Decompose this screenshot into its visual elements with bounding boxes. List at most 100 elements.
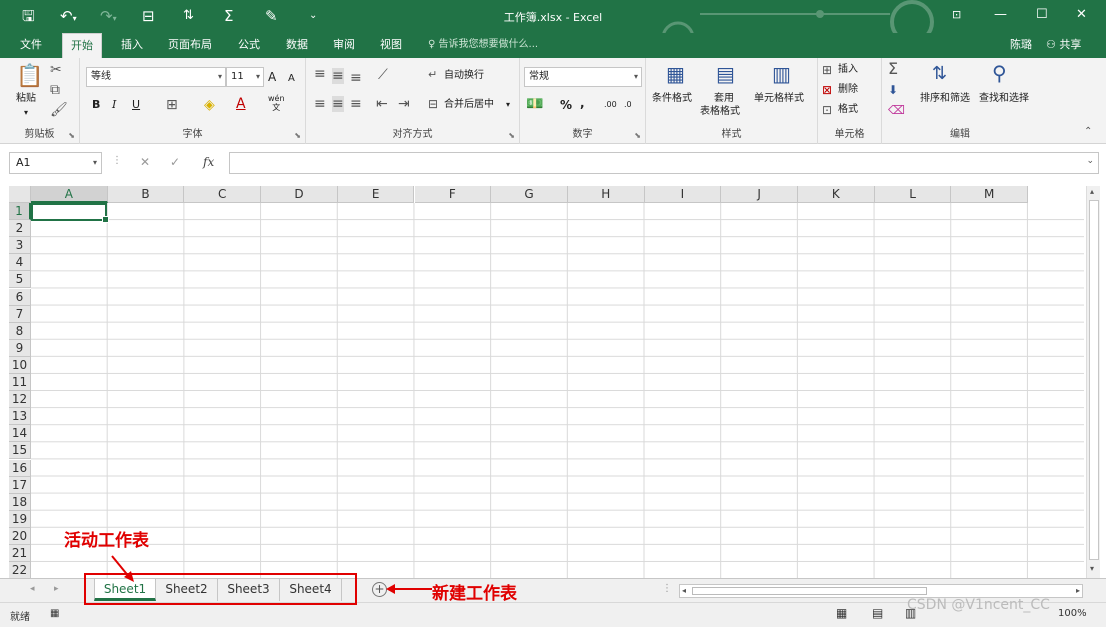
wrap-text-button[interactable]: 自动换行 [444,69,484,83]
row-header-19[interactable]: 19 [9,510,31,528]
scroll-left-icon[interactable]: ◂ [682,585,686,597]
cut-icon[interactable]: ✂ [50,62,62,78]
select-all-corner[interactable] [9,186,31,203]
format-painter-small-icon[interactable]: 🖌 [50,102,68,118]
underline-button[interactable]: U [132,98,140,112]
table-format-icon[interactable]: ▤ [716,62,735,86]
row-header-12[interactable]: 12 [9,391,31,409]
insert-cells-icon[interactable]: ⊞ [822,62,832,78]
merge-dropdown-icon[interactable]: ▾ [506,98,510,112]
active-cell-a1[interactable] [31,203,109,223]
row-header-8[interactable]: 8 [9,322,31,340]
delete-cells-icon[interactable]: ⊠ [822,82,832,98]
column-header-c[interactable]: C [184,186,262,203]
tab-view[interactable]: 视图 [378,33,404,58]
grow-font-button[interactable]: A [268,70,276,84]
find-select-button[interactable]: 查找和选择 [979,92,1029,106]
vertical-scrollbar[interactable]: ▴ ▾ [1086,186,1100,578]
tab-home[interactable]: 开始 [62,33,102,58]
wrap-text-icon[interactable]: ↵ [428,67,437,83]
sort-filter-button[interactable]: 排序和筛选 [920,92,970,106]
format-cells-button[interactable]: 格式 [838,103,858,117]
top-align-icon[interactable]: ≡ [314,66,326,82]
ribbon-display-icon[interactable]: ⊡ [952,5,961,25]
column-header-f[interactable]: F [414,186,492,203]
page-layout-view-icon[interactable]: ▤ [872,606,883,620]
scroll-up-icon[interactable]: ▴ [1090,187,1094,196]
tell-me-box[interactable]: ♀ 告诉我您想要做什么... [428,33,538,56]
copy-icon[interactable]: ⧉ [50,82,60,98]
increase-indent-icon[interactable]: ⇥ [398,96,410,112]
column-header-b[interactable]: B [107,186,185,203]
enter-icon[interactable]: ✓ [170,155,180,169]
tab-page-layout[interactable]: 页面布局 [166,33,214,58]
shrink-font-button[interactable]: A [288,72,295,86]
row-header-10[interactable]: 10 [9,356,31,374]
merge-center-button[interactable]: 合并后居中 [444,98,494,112]
row-header-9[interactable]: 9 [9,339,31,357]
share-button[interactable]: ⚇ 共享 [1046,33,1081,56]
tab-formulas[interactable]: 公式 [236,33,262,58]
tab-review[interactable]: 审阅 [331,33,357,58]
row-header-16[interactable]: 16 [9,459,31,477]
fill-color-icon[interactable]: ◈ [204,97,215,113]
prev-sheet-icon[interactable]: ◂ [30,584,35,594]
bold-button[interactable]: B [92,98,100,112]
align-left-icon[interactable]: ≡ [314,96,326,112]
decrease-decimal-button[interactable]: .0 [624,98,632,112]
paste-icon[interactable]: 📋 [16,64,43,90]
tab-insert[interactable]: 插入 [119,33,145,58]
paste-button[interactable]: 粘贴 [16,92,36,106]
horizontal-scrollbar[interactable]: ◂ ▸ [679,584,1083,598]
horizontal-scroll-thumb[interactable] [692,587,927,595]
column-header-m[interactable]: M [951,186,1029,203]
split-handle[interactable]: ⋮ [662,583,672,594]
cancel-icon[interactable]: ✕ [140,155,150,169]
row-header-17[interactable]: 17 [9,476,31,494]
row-header-5[interactable]: 5 [9,271,31,289]
table-format-button[interactable]: 套用 [714,92,734,106]
column-header-h[interactable]: H [567,186,645,203]
row-header-20[interactable]: 20 [9,527,31,545]
alignment-launcher-icon[interactable]: ⬊ [508,131,515,140]
row-header-15[interactable]: 15 [9,442,31,460]
cell-styles-icon[interactable]: ▥ [772,62,791,86]
next-sheet-icon[interactable]: ▸ [54,584,59,594]
accounting-icon[interactable]: 💵 [526,96,543,112]
bottom-align-icon[interactable]: ≡ [350,70,362,86]
border-icon[interactable]: ⊞ [166,97,178,113]
row-header-6[interactable]: 6 [9,288,31,306]
format-cells-icon[interactable]: ⊡ [822,102,832,118]
paste-dropdown-icon[interactable]: ▾ [24,106,28,120]
percent-button[interactable]: % [560,98,572,112]
clear-icon[interactable]: ⌫ [888,102,905,118]
orientation-icon[interactable]: ⟋ [378,67,388,83]
font-launcher-icon[interactable]: ⬊ [294,131,301,140]
find-select-icon[interactable]: ⚲ [992,61,1007,85]
align-right-icon[interactable]: ≡ [350,96,362,112]
font-size-select[interactable]: 11 ▾ [226,67,264,87]
vertical-scroll-thumb[interactable] [1089,200,1099,560]
column-header-i[interactable]: I [644,186,722,203]
font-color-icon[interactable]: A [236,96,246,112]
normal-view-icon[interactable]: ▦ [836,606,847,620]
user-name[interactable]: 陈璐 [1010,33,1032,56]
column-header-j[interactable]: J [721,186,798,203]
scroll-right-icon[interactable]: ▸ [1076,585,1080,597]
column-header-g[interactable]: G [491,186,568,203]
scroll-down-icon[interactable]: ▾ [1090,564,1094,573]
row-header-4[interactable]: 4 [9,254,31,272]
close-button[interactable]: ✕ [1076,5,1087,25]
row-header-14[interactable]: 14 [9,425,31,443]
maximize-button[interactable]: ☐ [1036,5,1048,25]
row-header-3[interactable]: 3 [9,237,31,255]
column-header-l[interactable]: L [874,186,952,203]
column-header-d[interactable]: D [261,186,338,203]
increase-decimal-button[interactable]: .00 [604,98,617,112]
font-name-select[interactable]: 等线 ▾ [86,67,226,87]
row-header-2[interactable]: 2 [9,220,31,238]
cell-styles-button[interactable]: 单元格样式 [754,92,804,106]
middle-align-icon[interactable]: ≡ [332,68,344,84]
conditional-format-icon[interactable]: ▦ [666,62,685,86]
collapse-ribbon-icon[interactable]: ⌃ [1084,124,1092,140]
